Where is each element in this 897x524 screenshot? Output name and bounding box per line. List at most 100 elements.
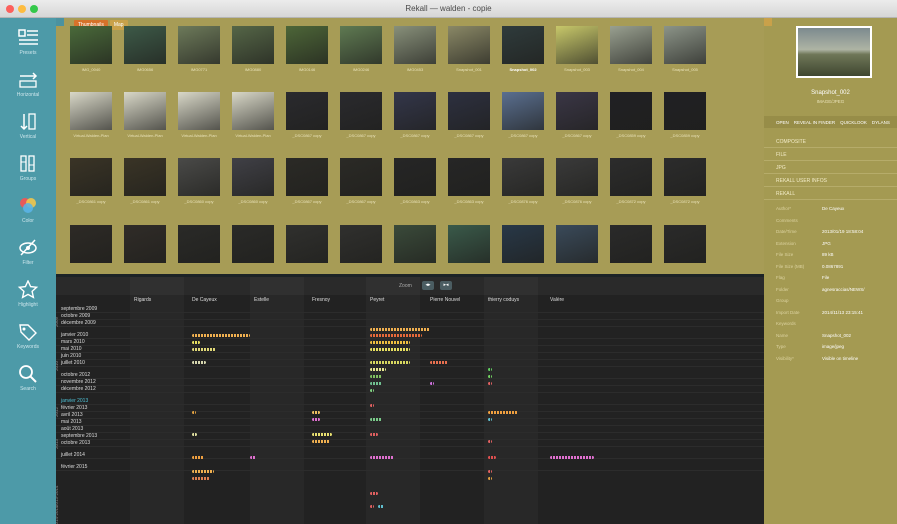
timeline-event[interactable]: [192, 477, 210, 480]
timeline-event[interactable]: [312, 440, 330, 443]
timeline-event[interactable]: [192, 411, 196, 414]
thumbnail[interactable]: [340, 225, 382, 263]
timeline-event[interactable]: [192, 433, 197, 436]
thumbnail[interactable]: [556, 92, 598, 130]
open-button[interactable]: OPEN: [776, 120, 789, 125]
thumbnail[interactable]: [448, 158, 490, 196]
timeline-event[interactable]: [312, 411, 320, 414]
reveal-in-finder-button[interactable]: REVEAL IN FINDER: [794, 120, 835, 125]
thumbnail[interactable]: [340, 26, 382, 64]
person-header[interactable]: Peyret: [370, 297, 384, 303]
timeline-event[interactable]: [370, 328, 430, 331]
quicklook-button[interactable]: QUICKLOOK: [840, 120, 867, 125]
timeline-event[interactable]: [192, 361, 206, 364]
zoom-out-button[interactable]: ▸◂: [440, 281, 452, 290]
thumbnail[interactable]: [286, 92, 328, 130]
thumbnail[interactable]: [448, 92, 490, 130]
meta-value[interactable]: File: [822, 275, 829, 280]
thumbnail[interactable]: [664, 225, 706, 263]
meta-value[interactable]: 0.0867891: [822, 264, 843, 269]
thumbnail[interactable]: [664, 92, 706, 130]
sidebar-item-highlight[interactable]: Highlight: [0, 276, 56, 320]
timeline-event[interactable]: [488, 456, 496, 459]
thumbnail[interactable]: [610, 225, 652, 263]
timeline-event[interactable]: [430, 361, 448, 364]
timeline-event[interactable]: [488, 382, 492, 385]
thumbnail[interactable]: [70, 158, 112, 196]
person-header[interactable]: thierry coduys: [488, 297, 519, 303]
close-window-button[interactable]: [6, 5, 14, 13]
timeline-event[interactable]: [488, 368, 492, 371]
timeline-event[interactable]: [370, 341, 410, 344]
thumbnail[interactable]: [394, 225, 436, 263]
thumbnail[interactable]: [124, 158, 166, 196]
thumbnail[interactable]: [556, 26, 598, 64]
meta-value[interactable]: 89 kB: [822, 252, 834, 257]
timeline-event[interactable]: [370, 433, 378, 436]
thumbnail[interactable]: [232, 158, 274, 196]
thumbnail[interactable]: [70, 225, 112, 263]
zoom-window-button[interactable]: [30, 5, 38, 13]
thumbnail[interactable]: [124, 26, 166, 64]
meta-value[interactable]: 2013/01/19 18:58:04: [822, 229, 863, 234]
thumbnail[interactable]: [394, 26, 436, 64]
sidebar-item-filter[interactable]: Filter: [0, 234, 56, 278]
timeline-event[interactable]: [488, 375, 492, 378]
thumbnail[interactable]: [286, 158, 328, 196]
section-jpg[interactable]: JPG: [764, 162, 897, 174]
thumbnail[interactable]: [664, 26, 706, 64]
thumbnail[interactable]: [70, 92, 112, 130]
timeline-event[interactable]: [488, 470, 492, 473]
thumbnail[interactable]: [556, 225, 598, 263]
section-user-infos[interactable]: REKALL USER INFOS: [764, 175, 897, 187]
thumbnail[interactable]: [124, 225, 166, 263]
thumbnail[interactable]: [124, 92, 166, 130]
timeline-event[interactable]: [488, 477, 492, 480]
thumbnail[interactable]: [502, 158, 544, 196]
timeline-event[interactable]: [370, 389, 374, 392]
thumbnail[interactable]: [502, 26, 544, 64]
thumbnail[interactable]: [394, 158, 436, 196]
timeline-event[interactable]: [192, 470, 214, 473]
thumbnail[interactable]: [286, 225, 328, 263]
person-header[interactable]: Fresnoy: [312, 297, 330, 303]
thumbnail[interactable]: [232, 225, 274, 263]
timeline-event[interactable]: [378, 505, 384, 508]
person-header[interactable]: Pierre Nouvel: [430, 297, 460, 303]
thumbnail[interactable]: [340, 92, 382, 130]
thumbnail[interactable]: [664, 158, 706, 196]
thumbnail[interactable]: [448, 225, 490, 263]
timeline-event[interactable]: [192, 341, 200, 344]
person-header[interactable]: Rigards: [134, 297, 151, 303]
thumbnail[interactable]: [502, 92, 544, 130]
thumbnail[interactable]: [394, 92, 436, 130]
sidebar-item-groups[interactable]: Groups: [0, 150, 56, 194]
thumbnail[interactable]: [556, 158, 598, 196]
person-header[interactable]: Estelle: [254, 297, 269, 303]
timeline-event[interactable]: [550, 456, 594, 459]
sidebar-item-horizontal[interactable]: Horizontal: [0, 66, 56, 110]
timeline-event[interactable]: [370, 382, 382, 385]
section-rekall[interactable]: REKALL: [764, 188, 897, 200]
timeline-event[interactable]: [370, 368, 386, 371]
thumbnail[interactable]: [178, 26, 220, 64]
thumbnail[interactable]: [232, 92, 274, 130]
thumbnail[interactable]: [448, 26, 490, 64]
thumbnail[interactable]: [502, 225, 544, 263]
thumbnail[interactable]: [70, 26, 112, 64]
zoom-in-button[interactable]: ◂▸: [422, 281, 434, 290]
sidebar-item-presets[interactable]: Presets: [0, 24, 56, 68]
thumbnail[interactable]: [178, 158, 220, 196]
timeline-event[interactable]: [430, 382, 434, 385]
meta-value[interactable]: image/jpeg: [822, 344, 844, 349]
meta-value[interactable]: Visible on timeline: [822, 356, 858, 361]
person-header[interactable]: De Cayeux: [192, 297, 217, 303]
timeline-event[interactable]: [192, 348, 216, 351]
meta-value[interactable]: Snapshot_002: [822, 333, 851, 338]
timeline-event[interactable]: [250, 456, 256, 459]
sidebar-item-color[interactable]: Color: [0, 192, 56, 236]
timeline-event[interactable]: [488, 411, 518, 414]
timeline-event[interactable]: [488, 418, 492, 421]
meta-value[interactable]: De Cayeux: [822, 206, 844, 211]
sidebar-item-search[interactable]: Search: [0, 360, 56, 404]
